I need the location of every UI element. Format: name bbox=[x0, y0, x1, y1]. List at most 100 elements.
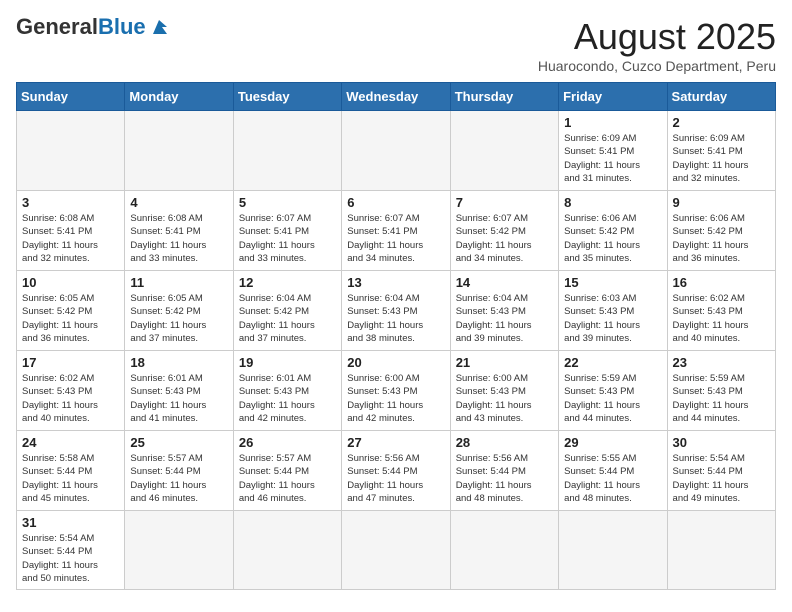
logo-text: GeneralBlue bbox=[16, 16, 146, 38]
day-info: Sunrise: 6:01 AM Sunset: 5:43 PM Dayligh… bbox=[130, 372, 227, 425]
calendar-cell bbox=[17, 111, 125, 191]
day-info: Sunrise: 6:02 AM Sunset: 5:43 PM Dayligh… bbox=[673, 292, 770, 345]
day-number: 27 bbox=[347, 435, 444, 450]
day-info: Sunrise: 6:07 AM Sunset: 5:42 PM Dayligh… bbox=[456, 212, 553, 265]
day-number: 4 bbox=[130, 195, 227, 210]
day-number: 18 bbox=[130, 355, 227, 370]
day-number: 29 bbox=[564, 435, 661, 450]
calendar-cell: 25Sunrise: 5:57 AM Sunset: 5:44 PM Dayli… bbox=[125, 431, 233, 511]
day-info: Sunrise: 6:03 AM Sunset: 5:43 PM Dayligh… bbox=[564, 292, 661, 345]
week-row-1: 1 Sunrise: 6:09 AM Sunset: 5:41 PM Daylig… bbox=[17, 111, 776, 191]
day-info: Sunrise: 6:04 AM Sunset: 5:43 PM Dayligh… bbox=[347, 292, 444, 345]
week-row-2: 3 Sunrise: 6:08 AM Sunset: 5:41 PM Daylig… bbox=[17, 191, 776, 271]
calendar-cell: 14Sunrise: 6:04 AM Sunset: 5:43 PM Dayli… bbox=[450, 271, 558, 351]
calendar-cell: 5Sunrise: 6:07 AM Sunset: 5:41 PM Daylig… bbox=[233, 191, 341, 271]
calendar-cell: 27 Sunrise: 5:56 AM Sunset: 5:44 PM Dayli… bbox=[342, 431, 450, 511]
day-number: 3 bbox=[22, 195, 119, 210]
logo-general: General bbox=[16, 14, 98, 39]
day-info: Sunrise: 5:57 AM Sunset: 5:44 PM Dayligh… bbox=[239, 452, 336, 505]
day-info: Sunrise: 6:05 AM Sunset: 5:42 PM Dayligh… bbox=[22, 292, 119, 345]
day-number: 12 bbox=[239, 275, 336, 290]
calendar-cell: 4 Sunrise: 6:08 AM Sunset: 5:41 PM Daylig… bbox=[125, 191, 233, 271]
calendar-cell: 3Sunrise: 6:08 AM Sunset: 5:41 PM Daylig… bbox=[17, 191, 125, 271]
col-header-sunday: Sunday bbox=[17, 83, 125, 111]
day-info: Sunrise: 6:08 AM Sunset: 5:41 PM Dayligh… bbox=[130, 212, 227, 265]
logo-icon bbox=[149, 16, 169, 36]
calendar-cell bbox=[233, 111, 341, 191]
col-header-monday: Monday bbox=[125, 83, 233, 111]
day-number: 22 bbox=[564, 355, 661, 370]
day-info: Sunrise: 5:56 AM Sunset: 5:44 PM Dayligh… bbox=[456, 452, 553, 505]
day-number: 30 bbox=[673, 435, 770, 450]
day-info: Sunrise: 6:00 AM Sunset: 5:43 PM Dayligh… bbox=[456, 372, 553, 425]
day-info: Sunrise: 6:07 AM Sunset: 5:41 PM Dayligh… bbox=[347, 212, 444, 265]
calendar-cell bbox=[342, 111, 450, 191]
calendar-cell: 20Sunrise: 6:00 AM Sunset: 5:43 PM Dayli… bbox=[342, 351, 450, 431]
calendar-cell bbox=[559, 511, 667, 590]
col-header-saturday: Saturday bbox=[667, 83, 775, 111]
day-number: 17 bbox=[22, 355, 119, 370]
calendar-cell: 22 Sunrise: 5:59 AM Sunset: 5:43 PM Dayli… bbox=[559, 351, 667, 431]
day-number: 13 bbox=[347, 275, 444, 290]
calendar-cell bbox=[125, 511, 233, 590]
day-number: 11 bbox=[130, 275, 227, 290]
calendar-cell: 7Sunrise: 6:07 AM Sunset: 5:42 PM Daylig… bbox=[450, 191, 558, 271]
calendar-table: SundayMondayTuesdayWednesdayThursdayFrid… bbox=[16, 82, 776, 590]
calendar-cell bbox=[233, 511, 341, 590]
week-row-3: 10 Sunrise: 6:05 AM Sunset: 5:42 PM Dayli… bbox=[17, 271, 776, 351]
calendar-cell: 17 Sunrise: 6:02 AM Sunset: 5:43 PM Dayli… bbox=[17, 351, 125, 431]
day-number: 1 bbox=[564, 115, 661, 130]
col-header-friday: Friday bbox=[559, 83, 667, 111]
day-number: 5 bbox=[239, 195, 336, 210]
day-info: Sunrise: 5:58 AM Sunset: 5:44 PM Dayligh… bbox=[22, 452, 119, 505]
day-info: Sunrise: 5:59 AM Sunset: 5:43 PM Dayligh… bbox=[564, 372, 661, 425]
day-number: 25 bbox=[130, 435, 227, 450]
week-row-5: 24 Sunrise: 5:58 AM Sunset: 5:44 PM Dayli… bbox=[17, 431, 776, 511]
calendar-cell: 10 Sunrise: 6:05 AM Sunset: 5:42 PM Dayli… bbox=[17, 271, 125, 351]
day-info: Sunrise: 6:06 AM Sunset: 5:42 PM Dayligh… bbox=[673, 212, 770, 265]
day-number: 9 bbox=[673, 195, 770, 210]
day-info: Sunrise: 5:55 AM Sunset: 5:44 PM Dayligh… bbox=[564, 452, 661, 505]
day-number: 16 bbox=[673, 275, 770, 290]
week-row-4: 17 Sunrise: 6:02 AM Sunset: 5:43 PM Dayli… bbox=[17, 351, 776, 431]
day-number: 21 bbox=[456, 355, 553, 370]
calendar-cell: 9 Sunrise: 6:06 AM Sunset: 5:42 PM Daylig… bbox=[667, 191, 775, 271]
day-number: 10 bbox=[22, 275, 119, 290]
day-number: 28 bbox=[456, 435, 553, 450]
day-number: 6 bbox=[347, 195, 444, 210]
page-header: GeneralBlue August 2025 Huarocondo, Cuzc… bbox=[16, 16, 776, 74]
day-info: Sunrise: 5:56 AM Sunset: 5:44 PM Dayligh… bbox=[347, 452, 444, 505]
day-info: Sunrise: 6:05 AM Sunset: 5:42 PM Dayligh… bbox=[130, 292, 227, 345]
day-info: Sunrise: 6:04 AM Sunset: 5:42 PM Dayligh… bbox=[239, 292, 336, 345]
calendar-header-row: SundayMondayTuesdayWednesdayThursdayFrid… bbox=[17, 83, 776, 111]
calendar-cell: 31Sunrise: 5:54 AM Sunset: 5:44 PM Dayli… bbox=[17, 511, 125, 590]
calendar-cell: 26 Sunrise: 5:57 AM Sunset: 5:44 PM Dayli… bbox=[233, 431, 341, 511]
calendar-cell bbox=[342, 511, 450, 590]
day-info: Sunrise: 5:54 AM Sunset: 5:44 PM Dayligh… bbox=[673, 452, 770, 505]
calendar-cell: 30 Sunrise: 5:54 AM Sunset: 5:44 PM Dayli… bbox=[667, 431, 775, 511]
day-number: 24 bbox=[22, 435, 119, 450]
calendar-cell: 29 Sunrise: 5:55 AM Sunset: 5:44 PM Dayli… bbox=[559, 431, 667, 511]
calendar-cell: 12 Sunrise: 6:04 AM Sunset: 5:42 PM Dayli… bbox=[233, 271, 341, 351]
calendar-cell: 8Sunrise: 6:06 AM Sunset: 5:42 PM Daylig… bbox=[559, 191, 667, 271]
calendar-cell: 1 Sunrise: 6:09 AM Sunset: 5:41 PM Daylig… bbox=[559, 111, 667, 191]
day-number: 26 bbox=[239, 435, 336, 450]
day-info: Sunrise: 6:09 AM Sunset: 5:41 PM Dayligh… bbox=[564, 132, 661, 185]
day-info: Sunrise: 6:09 AM Sunset: 5:41 PM Dayligh… bbox=[673, 132, 770, 185]
day-info: Sunrise: 6:02 AM Sunset: 5:43 PM Dayligh… bbox=[22, 372, 119, 425]
col-header-thursday: Thursday bbox=[450, 83, 558, 111]
calendar-cell: 28 Sunrise: 5:56 AM Sunset: 5:44 PM Dayli… bbox=[450, 431, 558, 511]
calendar-cell bbox=[667, 511, 775, 590]
calendar-cell: 24 Sunrise: 5:58 AM Sunset: 5:44 PM Dayli… bbox=[17, 431, 125, 511]
calendar-cell: 15Sunrise: 6:03 AM Sunset: 5:43 PM Dayli… bbox=[559, 271, 667, 351]
day-number: 20 bbox=[347, 355, 444, 370]
calendar-cell: 23Sunrise: 5:59 AM Sunset: 5:43 PM Dayli… bbox=[667, 351, 775, 431]
day-info: Sunrise: 5:59 AM Sunset: 5:43 PM Dayligh… bbox=[673, 372, 770, 425]
calendar-cell: 6 Sunrise: 6:07 AM Sunset: 5:41 PM Daylig… bbox=[342, 191, 450, 271]
calendar-cell: 19Sunrise: 6:01 AM Sunset: 5:43 PM Dayli… bbox=[233, 351, 341, 431]
col-header-wednesday: Wednesday bbox=[342, 83, 450, 111]
day-info: Sunrise: 5:54 AM Sunset: 5:44 PM Dayligh… bbox=[22, 532, 119, 585]
day-number: 19 bbox=[239, 355, 336, 370]
month-title: August 2025 bbox=[538, 16, 776, 58]
week-row-6: 31Sunrise: 5:54 AM Sunset: 5:44 PM Dayli… bbox=[17, 511, 776, 590]
